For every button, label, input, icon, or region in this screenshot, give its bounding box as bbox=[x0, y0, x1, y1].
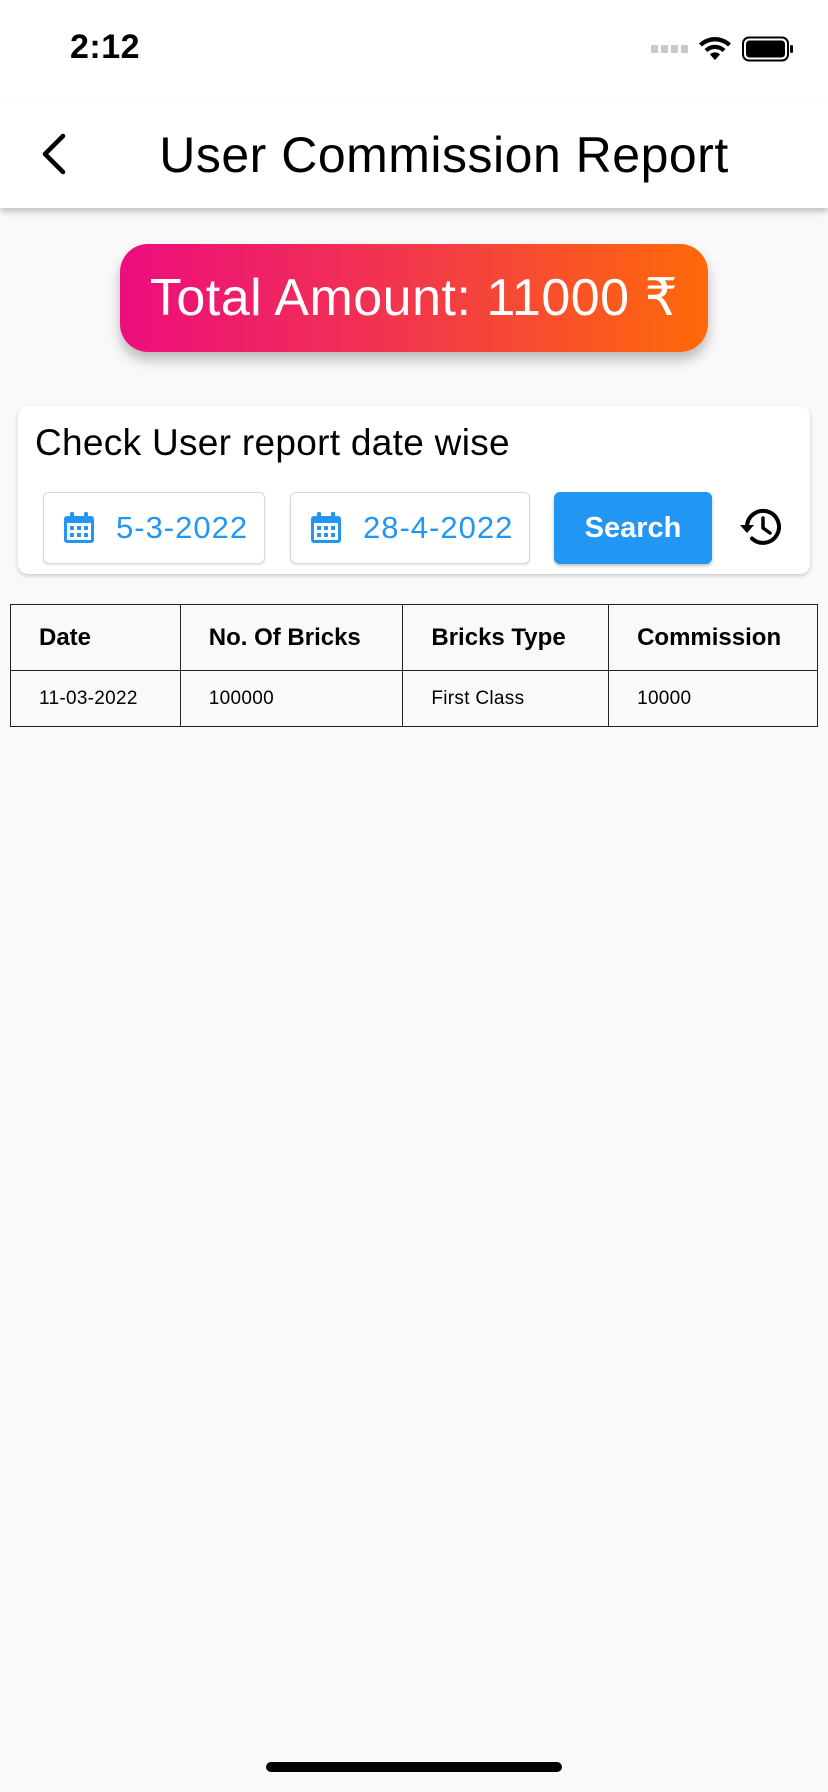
search-button[interactable]: Search bbox=[554, 492, 712, 564]
cell-bricks-type: First Class bbox=[402, 670, 610, 727]
wifi-icon bbox=[699, 37, 731, 60]
from-date-picker[interactable]: 5-3-2022 bbox=[43, 492, 265, 564]
calendar-icon bbox=[64, 512, 94, 543]
to-date-picker[interactable]: 28-4-2022 bbox=[290, 492, 530, 564]
table-header-row: Date No. Of Bricks Bricks Type Commissio… bbox=[10, 604, 818, 671]
filter-heading: Check User report date wise bbox=[35, 422, 510, 463]
signal-icon bbox=[651, 45, 688, 53]
header-commission: Commission bbox=[608, 604, 818, 671]
cell-commission: 10000 bbox=[608, 670, 818, 727]
total-amount-badge: Total Amount: 11000 ₹ bbox=[120, 244, 708, 352]
history-icon bbox=[740, 508, 781, 545]
reset-history-button[interactable] bbox=[736, 502, 786, 552]
header-bricks-type: Bricks Type bbox=[402, 604, 610, 671]
commission-table: Date No. Of Bricks Bricks Type Commissio… bbox=[10, 604, 818, 727]
app-bar: User Commission Report bbox=[0, 100, 828, 208]
header-date: Date bbox=[10, 604, 181, 671]
from-date-value: 5-3-2022 bbox=[116, 510, 249, 545]
battery-icon bbox=[742, 36, 793, 62]
page-title: User Commission Report bbox=[159, 127, 729, 183]
home-indicator[interactable] bbox=[266, 1762, 562, 1772]
cell-no-of-bricks: 100000 bbox=[179, 670, 404, 727]
header-no-of-bricks: No. Of Bricks bbox=[179, 604, 404, 671]
calendar-icon bbox=[311, 512, 341, 543]
table-row: 11-03-2022 100000 First Class 10000 bbox=[10, 670, 818, 727]
status-bar: 2:12 bbox=[0, 0, 828, 100]
status-time: 2:12 bbox=[70, 28, 141, 66]
to-date-value: 28-4-2022 bbox=[363, 510, 514, 545]
cell-date: 11-03-2022 bbox=[10, 670, 181, 727]
date-filter-card: Check User report date wise 5-3-2022 28-… bbox=[18, 406, 810, 574]
status-icons bbox=[651, 36, 794, 62]
